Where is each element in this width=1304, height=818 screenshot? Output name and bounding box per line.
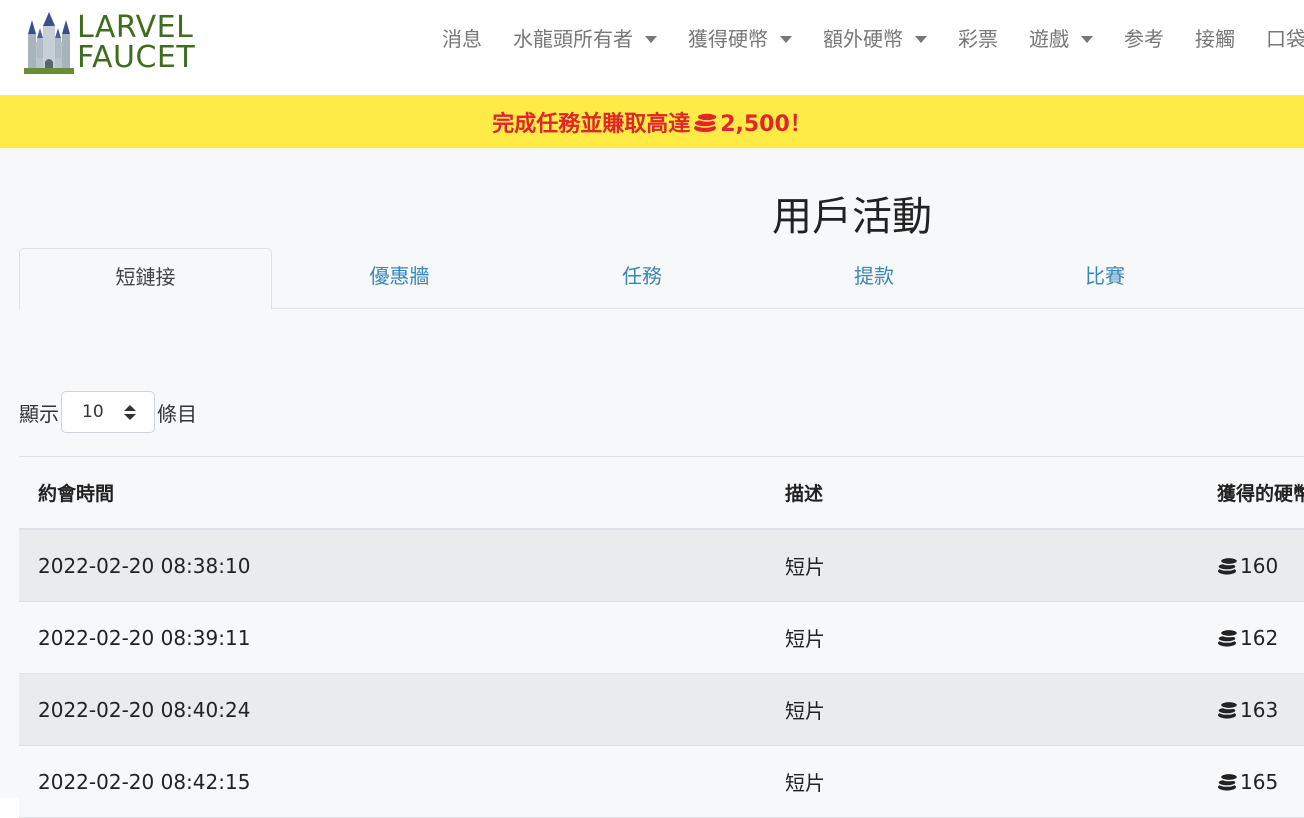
activity-tabs: 短鏈接 優惠牆 任務 提款 比賽 bbox=[19, 248, 1304, 310]
nav-label: 接觸 bbox=[1195, 27, 1235, 51]
cell-time: 2022-02-20 08:40:24 bbox=[38, 697, 251, 722]
nav-item-earn-coins[interactable]: 獲得硬幣 bbox=[688, 24, 792, 54]
promo-banner[interactable]: 完成任務並賺取高達 2,500！ bbox=[0, 95, 1304, 148]
cell-coins: 163 bbox=[1217, 674, 1278, 745]
cell-coins: 165 bbox=[1217, 746, 1278, 817]
table-row: 2022-02-20 08:39:11 短片 162 bbox=[19, 602, 1304, 674]
table-length-control: 顯示 10 條目 bbox=[19, 391, 197, 433]
brand-logo[interactable]: LARVEL FAUCET bbox=[24, 12, 195, 74]
page-title: 用戶活動 bbox=[772, 194, 932, 240]
table-row: 2022-02-20 08:40:24 短片 163 bbox=[19, 674, 1304, 746]
nav-item-extra-coins[interactable]: 額外硬幣 bbox=[823, 24, 927, 54]
header-coins-earned[interactable]: 獲得的硬幣 bbox=[1217, 457, 1304, 528]
nav-label: 口袋 bbox=[1266, 27, 1304, 51]
nav-label: 彩票 bbox=[958, 27, 998, 51]
length-label-show: 顯示 bbox=[19, 401, 59, 426]
nav-label: 額外硬幣 bbox=[823, 27, 903, 51]
cell-description: 短片 bbox=[785, 627, 825, 651]
cell-time: 2022-02-20 08:38:10 bbox=[38, 553, 251, 578]
nav-label: 獲得硬幣 bbox=[688, 27, 768, 51]
coins-icon bbox=[1217, 772, 1239, 791]
coins-icon bbox=[692, 111, 718, 133]
coins-amount: 163 bbox=[1240, 697, 1279, 722]
header-date-time[interactable]: 約會時間 bbox=[38, 457, 114, 528]
cell-coins: 160 bbox=[1217, 530, 1278, 601]
nav-item-lottery[interactable]: 彩票 bbox=[958, 24, 998, 54]
tab-shortlinks[interactable]: 短鏈接 bbox=[19, 248, 272, 310]
banner-text: 完成任務並賺取高達 bbox=[492, 111, 691, 137]
tab-contests[interactable]: 比賽 bbox=[991, 248, 1219, 308]
castle-icon bbox=[24, 12, 74, 74]
coins-icon bbox=[1217, 628, 1239, 647]
coins-icon bbox=[1217, 556, 1239, 575]
nav-item-games[interactable]: 遊戲 bbox=[1029, 24, 1093, 54]
nav-label: 水龍頭所有者 bbox=[513, 27, 633, 51]
caret-down-icon bbox=[1081, 35, 1093, 43]
coins-amount: 165 bbox=[1240, 769, 1279, 794]
nav-label: 参考 bbox=[1124, 27, 1164, 51]
nav-item-news[interactable]: 消息 bbox=[442, 24, 482, 54]
cell-description: 短片 bbox=[785, 699, 825, 723]
brand-name: LARVEL FAUCET bbox=[77, 13, 195, 73]
main-content: 用戶活動 短鏈接 優惠牆 任務 提款 比賽 顯示 10 條目 約會時間 描述 獲… bbox=[0, 148, 1304, 818]
nav-label: 遊戲 bbox=[1029, 27, 1069, 51]
caret-down-icon bbox=[780, 35, 792, 43]
brand-line-1: LARVEL bbox=[77, 10, 194, 45]
nav-item-reference[interactable]: 参考 bbox=[1124, 24, 1164, 54]
tab-withdrawals[interactable]: 提款 bbox=[757, 248, 991, 308]
brand-line-2: FAUCET bbox=[77, 40, 196, 75]
nav-item-wallet[interactable]: 口袋 bbox=[1266, 24, 1304, 54]
tab-offerwall[interactable]: 優惠牆 bbox=[272, 248, 527, 308]
coins-amount: 162 bbox=[1240, 625, 1279, 650]
cell-time: 2022-02-20 08:39:11 bbox=[38, 625, 251, 650]
coins-icon bbox=[1217, 700, 1239, 719]
coins-amount: 160 bbox=[1240, 553, 1279, 578]
sort-arrows-icon bbox=[124, 404, 136, 420]
cell-coins: 162 bbox=[1217, 602, 1278, 673]
main-nav: 消息 水龍頭所有者 獲得硬幣 額外硬幣 彩票 遊戲 参考 接觸 口袋 bbox=[442, 24, 1304, 54]
entries-select[interactable]: 10 bbox=[61, 391, 155, 433]
table-header: 約會時間 描述 獲得的硬幣 bbox=[19, 457, 1304, 530]
cell-description: 短片 bbox=[785, 555, 825, 579]
length-label-entries: 條目 bbox=[157, 401, 197, 426]
banner-amount: 2,500！ bbox=[720, 111, 812, 137]
tab-tasks[interactable]: 任務 bbox=[527, 248, 757, 308]
header-description[interactable]: 描述 bbox=[785, 457, 823, 528]
nav-item-contact[interactable]: 接觸 bbox=[1195, 24, 1235, 54]
activity-table: 約會時間 描述 獲得的硬幣 2022-02-20 08:38:10 短片 160… bbox=[19, 456, 1304, 818]
nav-item-faucet-owner[interactable]: 水龍頭所有者 bbox=[513, 24, 657, 54]
cell-description: 短片 bbox=[785, 771, 825, 795]
nav-label: 消息 bbox=[442, 27, 482, 51]
caret-down-icon bbox=[645, 35, 657, 43]
cell-time: 2022-02-20 08:42:15 bbox=[38, 769, 251, 794]
navbar: LARVEL FAUCET 消息 水龍頭所有者 獲得硬幣 額外硬幣 彩票 遊戲 … bbox=[0, 0, 1304, 95]
table-row: 2022-02-20 08:42:15 短片 165 bbox=[19, 746, 1304, 818]
table-row: 2022-02-20 08:38:10 短片 160 bbox=[19, 530, 1304, 602]
entries-value: 10 bbox=[82, 402, 104, 422]
caret-down-icon bbox=[915, 35, 927, 43]
